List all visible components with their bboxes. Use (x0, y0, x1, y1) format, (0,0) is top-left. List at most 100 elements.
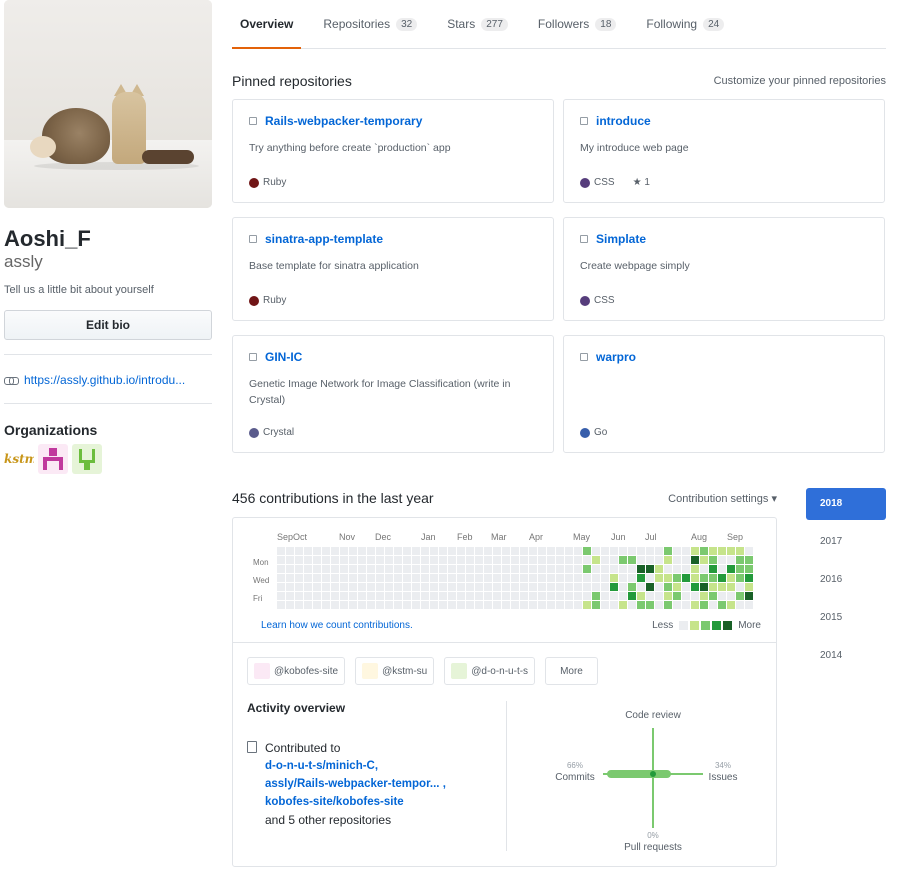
contribution-day[interactable] (502, 547, 510, 555)
contribution-day[interactable] (466, 583, 474, 591)
contribution-day[interactable] (655, 592, 663, 600)
contribution-day[interactable] (457, 583, 465, 591)
contribution-day[interactable] (367, 583, 375, 591)
contribution-day[interactable] (421, 583, 429, 591)
contribution-day[interactable] (448, 574, 456, 582)
contribution-day[interactable] (592, 574, 600, 582)
contribution-day[interactable] (547, 592, 555, 600)
repo-link[interactable]: sinatra-app-template (265, 232, 383, 246)
contribution-day[interactable] (322, 556, 330, 564)
contribution-day[interactable] (637, 574, 645, 582)
contribution-day[interactable] (331, 592, 339, 600)
contribution-day[interactable] (538, 556, 546, 564)
contribution-day[interactable] (484, 574, 492, 582)
contribution-day[interactable] (529, 592, 537, 600)
contribution-day[interactable] (637, 583, 645, 591)
contribution-day[interactable] (385, 547, 393, 555)
contribution-day[interactable] (727, 574, 735, 582)
contribution-day[interactable] (691, 547, 699, 555)
contribution-day[interactable] (412, 556, 420, 564)
contribution-day[interactable] (430, 565, 438, 573)
tab-followers[interactable]: Followers 18 (538, 0, 617, 48)
contribution-day[interactable] (502, 592, 510, 600)
contribution-day[interactable] (358, 583, 366, 591)
contribution-day[interactable] (295, 601, 303, 609)
contribution-day[interactable] (304, 574, 312, 582)
contribution-day[interactable] (556, 565, 564, 573)
contribution-day[interactable] (583, 565, 591, 573)
contribution-day[interactable] (583, 574, 591, 582)
contribution-day[interactable] (313, 583, 321, 591)
contribution-day[interactable] (565, 556, 573, 564)
contribution-day[interactable] (619, 547, 627, 555)
contribution-day[interactable] (412, 574, 420, 582)
contribution-day[interactable] (619, 556, 627, 564)
year-link-2016[interactable]: 2016 (806, 564, 886, 596)
contribution-day[interactable] (709, 601, 717, 609)
contribution-day[interactable] (304, 556, 312, 564)
contribution-day[interactable] (646, 547, 654, 555)
contribution-day[interactable] (745, 592, 753, 600)
contributed-repo-link[interactable]: assly/Rails-webpacker-tempor... , (265, 775, 507, 793)
contribution-day[interactable] (637, 601, 645, 609)
contribution-day[interactable] (322, 583, 330, 591)
contribution-day[interactable] (655, 601, 663, 609)
contribution-day[interactable] (556, 592, 564, 600)
repo-link[interactable]: Rails-webpacker-temporary (265, 114, 422, 128)
contribution-day[interactable] (601, 547, 609, 555)
contribution-day[interactable] (277, 556, 285, 564)
contribution-day[interactable] (520, 565, 528, 573)
contribution-day[interactable] (421, 556, 429, 564)
contribution-day[interactable] (358, 601, 366, 609)
contribution-day[interactable] (457, 574, 465, 582)
contribution-day[interactable] (736, 556, 744, 564)
contribution-day[interactable] (313, 601, 321, 609)
contribution-day[interactable] (556, 556, 564, 564)
contribution-day[interactable] (502, 601, 510, 609)
tab-overview[interactable]: Overview (232, 0, 302, 49)
repo-link[interactable]: warpro (596, 350, 636, 364)
contribution-day[interactable] (376, 547, 384, 555)
contribution-day[interactable] (421, 547, 429, 555)
contribution-day[interactable] (484, 556, 492, 564)
contribution-day[interactable] (475, 583, 483, 591)
contribution-day[interactable] (583, 592, 591, 600)
contribution-day[interactable] (286, 574, 294, 582)
contribution-day[interactable] (736, 583, 744, 591)
website-link[interactable]: https://assly.github.io/introdu... (24, 373, 210, 387)
year-link-2015[interactable]: 2015 (806, 602, 886, 634)
contribution-day[interactable] (466, 601, 474, 609)
contribution-day[interactable] (484, 565, 492, 573)
contribution-day[interactable] (475, 574, 483, 582)
contribution-day[interactable] (277, 601, 285, 609)
contribution-day[interactable] (340, 556, 348, 564)
contribution-day[interactable] (286, 601, 294, 609)
contribution-day[interactable] (376, 574, 384, 582)
contribution-day[interactable] (637, 565, 645, 573)
contribution-day[interactable] (277, 574, 285, 582)
contribution-day[interactable] (502, 583, 510, 591)
contribution-day[interactable] (718, 592, 726, 600)
contribution-day[interactable] (430, 583, 438, 591)
contribution-day[interactable] (358, 565, 366, 573)
contribution-day[interactable] (592, 547, 600, 555)
contribution-day[interactable] (574, 601, 582, 609)
contribution-day[interactable] (412, 547, 420, 555)
contribution-day[interactable] (664, 583, 672, 591)
org-avatar-kstm[interactable]: kstm (4, 444, 34, 474)
contribution-day[interactable] (412, 601, 420, 609)
org-filter-kstm-button[interactable]: @kstm-su (355, 657, 435, 685)
contribution-day[interactable] (367, 565, 375, 573)
contribution-day[interactable] (610, 574, 618, 582)
contribution-day[interactable] (421, 592, 429, 600)
contribution-day[interactable] (682, 565, 690, 573)
contribution-day[interactable] (655, 565, 663, 573)
contribution-day[interactable] (583, 556, 591, 564)
repo-link[interactable]: introduce (596, 114, 651, 128)
org-filter-donuts-button[interactable]: @d-o-n-u-t-s (444, 657, 536, 685)
contribution-day[interactable] (475, 592, 483, 600)
contribution-day[interactable] (610, 565, 618, 573)
contribution-day[interactable] (619, 565, 627, 573)
contribution-day[interactable] (718, 574, 726, 582)
contribution-day[interactable] (655, 583, 663, 591)
